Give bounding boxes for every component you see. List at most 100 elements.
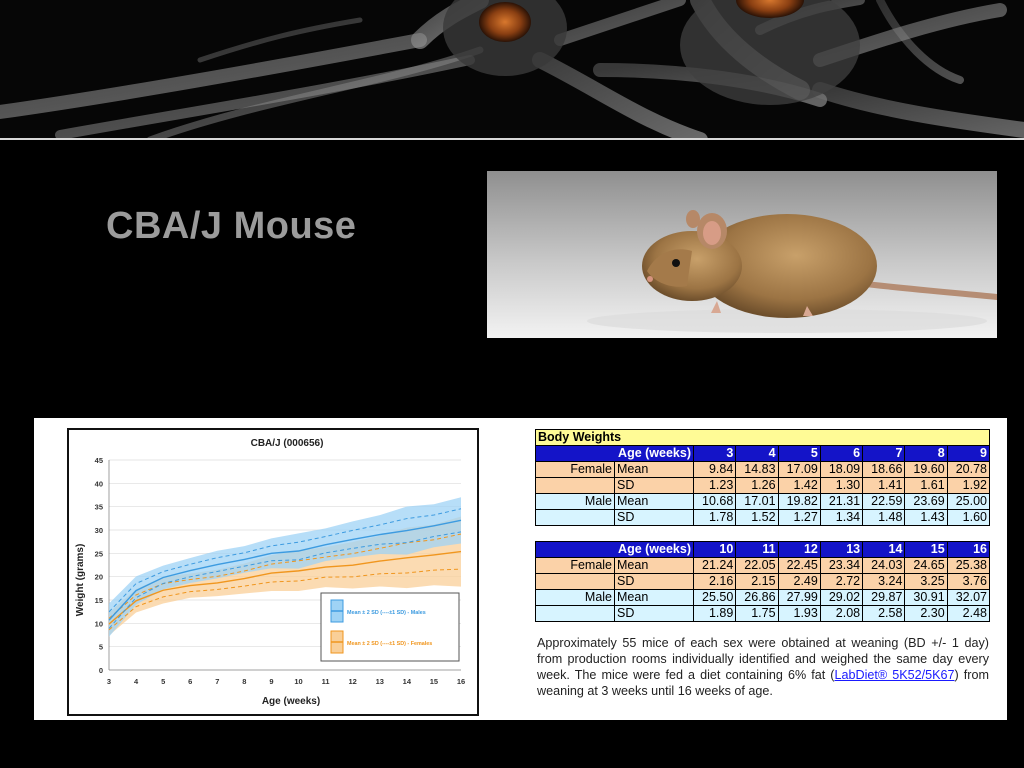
value-cell: 19.82 [777,493,821,510]
legend-male-label: Mean ± 2 SD (----±1 SD) - Males [347,610,426,616]
value-cell: 1.93 [777,605,821,622]
stat-label: SD [614,573,694,590]
neuron-illustration [0,0,1024,140]
value-cell: 1.78 [692,509,737,526]
age-header: Age (weeks) [535,541,694,558]
body-weights-table-1: Body Weights Age (weeks) 3 4 5 6 7 8 9 F… [535,429,991,526]
value-cell: 14.83 [735,461,779,478]
value-cell: 1.30 [819,477,864,494]
chart-title: CBA/J (000656) [251,438,324,449]
value-cell: 2.30 [904,605,948,622]
age-cell: 9 [946,445,991,462]
weight-chart-svg: CBA/J (000656) 051015202530354045 345678… [75,438,465,707]
value-cell: 1.43 [904,509,948,526]
value-cell: 23.69 [904,493,948,510]
y-tick-labels: 0 5 10 15 20 25 30 35 40 45 [95,456,103,675]
value-cell: 1.42 [777,477,821,494]
y-tick-label: 20 [95,573,103,582]
value-cell: 27.99 [777,589,821,606]
value-cell: 18.09 [819,461,864,478]
value-cell: 1.52 [735,509,779,526]
value-cell: 29.02 [819,589,864,606]
age-header: Age (weeks) [535,445,694,462]
age-cell: 4 [735,445,779,462]
labdiet-link[interactable]: LabDiet® 5K52/5K67 [834,668,954,682]
data-panel: CBA/J (000656) 0 5 10 15 20 25 30 35 40 45 345678… [34,418,1007,720]
y-tick-label: 5 [99,643,103,652]
x-tick-label: 15 [430,677,438,686]
y-tick-label: 45 [95,456,103,465]
age-cell: 6 [819,445,864,462]
value-cell: 2.08 [819,605,864,622]
x-tick-label: 14 [403,677,412,686]
y-tick-label: 40 [95,479,103,488]
value-cell: 23.34 [819,557,864,574]
stat-label: SD [614,605,694,622]
value-cell: 17.09 [777,461,821,478]
value-cell: 17.01 [735,493,779,510]
x-tick-label: 13 [376,677,384,686]
study-description: Approximately 55 mice of each sex were o… [537,635,989,699]
value-cell: 2.15 [735,573,779,590]
value-cell: 2.58 [862,605,906,622]
value-cell: 1.60 [946,509,991,526]
value-cell: 1.26 [735,477,779,494]
value-cell: 2.16 [692,573,737,590]
x-tick-label: 5 [161,677,165,686]
value-cell: 1.75 [735,605,779,622]
value-cell: 10.68 [692,493,737,510]
stat-label: SD [614,477,694,494]
value-cell: 1.61 [904,477,948,494]
value-cell: 26.86 [735,589,779,606]
x-tick-labels: 3 4 5 6 7 8 9 10 11 12 13 14 15 16 [107,677,465,686]
y-tick-label: 25 [95,549,103,558]
value-cell: 19.60 [904,461,948,478]
neuron-banner-image [0,0,1024,140]
value-cell: 2.72 [819,573,864,590]
age-cell: 8 [904,445,948,462]
sex-label: Male [535,493,615,510]
age-cell: 13 [819,541,864,558]
value-cell: 1.27 [777,509,821,526]
stat-label: Mean [614,461,694,478]
sex-label: Female [535,461,615,478]
x-tick-label: 9 [269,677,273,686]
value-cell: 22.05 [735,557,779,574]
stat-label: SD [614,509,694,526]
mouse-illustration [487,171,997,338]
value-cell: 24.03 [862,557,906,574]
value-cell: 1.89 [692,605,737,622]
x-tick-label: 10 [294,677,302,686]
value-cell: 2.49 [777,573,821,590]
value-cell: 1.34 [819,509,864,526]
y-tick-label: 0 [99,666,103,675]
legend-female-label: Mean ± 2 SD (----±1 SD) - Females [347,641,432,647]
slide-title: CBA/J Mouse [106,205,357,247]
y-tick-label: 10 [95,619,103,628]
age-cell: 10 [692,541,737,558]
age-cell: 7 [862,445,906,462]
value-cell: 3.76 [946,573,991,590]
x-tick-label: 11 [322,677,330,686]
value-cell: 1.92 [946,477,991,494]
age-cell: 5 [777,445,821,462]
stat-label: Mean [614,493,694,510]
stat-label: Mean [614,557,694,574]
value-cell: 25.38 [946,557,991,574]
stat-label: Mean [614,589,694,606]
value-cell: 22.59 [862,493,906,510]
banner-divider [0,138,1024,140]
x-tick-label: 16 [457,677,465,686]
sex-label: Male [535,589,615,606]
age-cell: 15 [904,541,948,558]
value-cell: 25.00 [946,493,991,510]
value-cell: 18.66 [862,461,906,478]
x-tick-label: 4 [134,677,139,686]
value-cell: 32.07 [946,589,991,606]
sex-label: Female [535,557,615,574]
value-cell: 21.31 [819,493,864,510]
x-tick-label: 12 [349,677,357,686]
x-axis-label: Age (weeks) [262,696,320,707]
y-tick-label: 15 [95,596,103,605]
value-cell: 3.25 [904,573,948,590]
